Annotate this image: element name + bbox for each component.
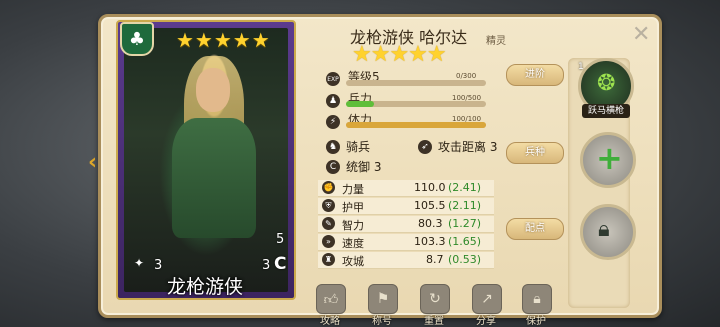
skill-level: 1 [578,62,584,72]
stamina-icon: ⚡ [326,115,340,129]
bottom-label: 分享 [476,316,496,327]
strength-icon: ✊ [322,181,335,194]
command-icon: C [326,160,340,174]
stamina-bar [346,122,486,128]
card-right-value: 3 [262,258,271,273]
skill-slot-2[interactable]: + [580,132,636,188]
card-left-icon: ✦ [134,256,145,270]
flag-icon: ⚑ [376,291,390,307]
stat-label: 攻城 [342,255,364,268]
hero-portrait [124,28,288,292]
dragon-skill-icon: ❂ [597,71,616,96]
stats-table: ✊ 力量 110.0 (2.41) ⛨ 护甲 105.5 (2.11) ✎ 智力… [318,180,494,272]
card-left-value: 3 [154,258,163,273]
stamina-bar-fill [346,122,486,128]
skill-slot-3[interactable]: 🔒︎ [580,204,636,260]
stat-row: ✎ 智力 80.3 (1.27) [318,216,494,233]
speed-icon: » [322,235,335,248]
bottom-label: 重置 [424,316,444,327]
stat-row: ✊ 力量 110.0 (2.41) [318,180,494,197]
hero-star-rating: ★★★★★ [352,42,447,67]
stat-value: 103.3 [414,235,446,248]
bottom-label: 保护 [526,316,546,327]
stat-growth: (1.65) [448,235,482,248]
stat-growth: (0.53) [448,253,482,266]
stat-value: 80.3 [418,217,443,230]
unit-type: 骑兵 [346,140,371,154]
thumb-icon: 👍︎ [323,291,339,308]
intelligence-icon: ✎ [322,217,335,230]
stat-row: » 速度 103.3 (1.65) [318,234,494,251]
share-icon: ↗ [481,291,493,307]
stat-growth: (2.11) [448,199,482,212]
stat-growth: (1.27) [448,217,482,230]
locked-skill-icon: 🔒︎ [598,217,610,242]
card-hero-name: 龙枪游侠 [166,276,243,298]
card-stars: ★★★★★ [176,28,271,52]
troops-bar-fill [346,101,374,107]
soldier-type-button[interactable]: 兵种 [506,142,564,164]
exp-bar [346,80,486,86]
cavalry-icon: ♞ [326,140,340,154]
allocate-points-button[interactable]: 配点 [506,218,564,240]
reset-icon: ↻ [429,291,441,307]
hero-armor [172,118,256,238]
stat-label: 智力 [342,219,364,232]
bottom-label: 称号 [372,316,392,327]
close-icon[interactable]: ✕ [632,22,650,47]
advance-button[interactable]: 进阶 [506,64,564,86]
card-top-right-value: 5 [276,232,285,247]
stat-value: 110.0 [414,181,446,194]
command-value: 统御 3 [346,160,382,174]
attack-range: 攻击距离 3 [438,140,498,154]
stat-label: 速度 [342,237,364,250]
prev-hero-arrow[interactable]: ‹ [88,150,97,175]
range-icon: ➶ [418,140,432,154]
siege-icon: ♜ [322,253,335,266]
stat-growth: (2.41) [448,181,482,194]
level-value: 0/300 [456,72,477,80]
card-right-letter: C [274,254,287,274]
stat-label: 护甲 [342,201,364,214]
skill-name: 跃马横枪 [582,104,630,118]
troops-icon: ♟ [326,94,340,108]
lock-icon: 🔒︎ [533,291,541,307]
hero-race: 精灵 [486,36,506,47]
stat-value: 8.7 [426,253,444,266]
class-emblem-icon: ♣ [120,22,154,56]
bottom-button-reset[interactable]: ↻ [420,284,450,314]
troops-bar [346,101,486,107]
exp-icon: EXP [326,72,340,86]
stat-row: ♜ 攻城 8.7 (0.53) [318,252,494,269]
bottom-button-share[interactable]: ↗ [472,284,502,314]
bottom-button-title[interactable]: ⚑ [368,284,398,314]
stat-value: 105.5 [414,199,446,212]
stat-row: ⛨ 护甲 105.5 (2.11) [318,198,494,215]
bottom-label: 攻略 [320,316,340,327]
bottom-button-strategy[interactable]: 👍︎ [316,284,346,314]
bottom-button-protect[interactable]: 🔒︎ [522,284,552,314]
hero-face [196,68,230,112]
add-skill-icon: + [596,139,623,177]
armor-icon: ⛨ [322,199,335,212]
stat-label: 力量 [342,183,364,196]
